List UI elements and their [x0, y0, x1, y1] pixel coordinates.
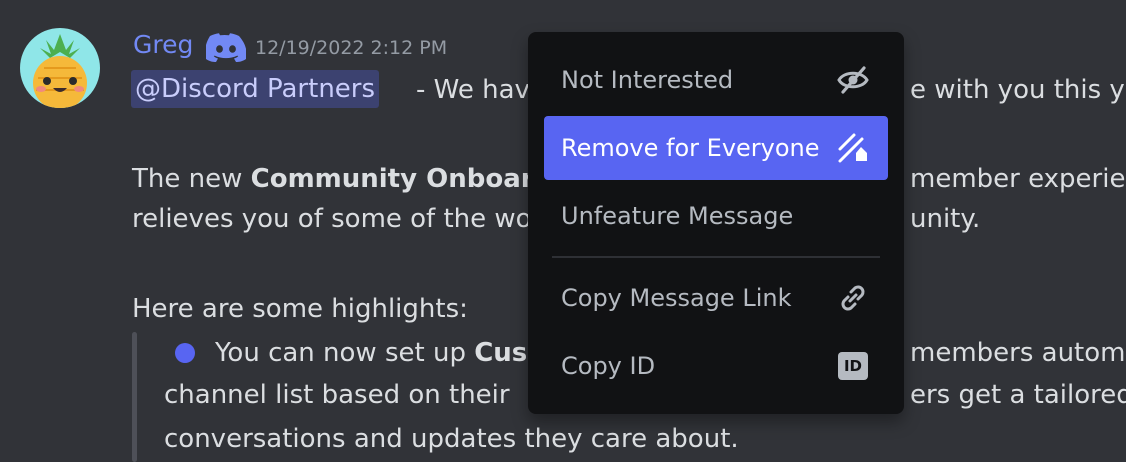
menu-item-label: Remove for Everyone	[561, 134, 820, 162]
menu-item-label: Unfeature Message	[561, 202, 794, 230]
menu-item-label: Not Interested	[561, 66, 734, 94]
message-text-line-right: members automa	[910, 338, 1126, 368]
menu-item-remove-for-everyone[interactable]: Remove for Everyone	[544, 116, 888, 180]
message-text-line: relieves you of some of the wo	[132, 204, 532, 234]
link-icon	[836, 281, 870, 315]
discord-logo-icon	[206, 33, 246, 62]
id-badge-text: ID	[838, 352, 868, 380]
menu-item-label: Copy Message Link	[561, 284, 792, 312]
message-text-line-right: e with you this ye	[910, 75, 1126, 105]
message-text-line-right: ers get a tailored	[910, 380, 1126, 410]
menu-item-label: Copy ID	[561, 352, 656, 380]
menu-item-copy-id[interactable]: Copy ID ID	[544, 334, 888, 398]
author-name[interactable]: Greg	[133, 30, 193, 59]
bold-text: Community Onboar	[250, 164, 534, 194]
blockquote-bar	[132, 332, 137, 462]
bullet-dot	[175, 343, 195, 363]
menu-item-unfeature-message[interactable]: Unfeature Message	[544, 184, 888, 248]
message-text-line: Here are some highlights:	[132, 294, 468, 324]
text-segment: You can now set up	[215, 338, 475, 368]
text-segment: The new	[132, 164, 251, 194]
context-menu: Not Interested Remove for Everyone Unfea…	[528, 32, 904, 414]
avatar[interactable]	[20, 28, 100, 108]
menu-separator	[552, 256, 880, 258]
menu-item-copy-message-link[interactable]: Copy Message Link	[544, 266, 888, 330]
id-badge-icon: ID	[836, 349, 870, 383]
message-text-line: The new Community Onboar	[132, 164, 534, 194]
message-text-line-right: member experienc	[910, 164, 1126, 194]
eye-slash-icon	[836, 63, 870, 97]
message-text-line: - We hav	[416, 75, 530, 105]
message-text-line: channel list based on their	[164, 380, 510, 410]
message-text-line: You can now set up Cus	[215, 338, 527, 368]
message-text-line-right: unity.	[910, 204, 981, 234]
pineapple-avatar-icon	[33, 34, 87, 108]
remove-feature-icon	[836, 131, 870, 165]
bold-text: Cus	[474, 338, 528, 368]
message-timestamp[interactable]: 12/19/2022 2:12 PM	[255, 37, 447, 59]
menu-item-not-interested[interactable]: Not Interested	[544, 48, 888, 112]
mention-pill[interactable]: @Discord Partners	[131, 70, 380, 108]
